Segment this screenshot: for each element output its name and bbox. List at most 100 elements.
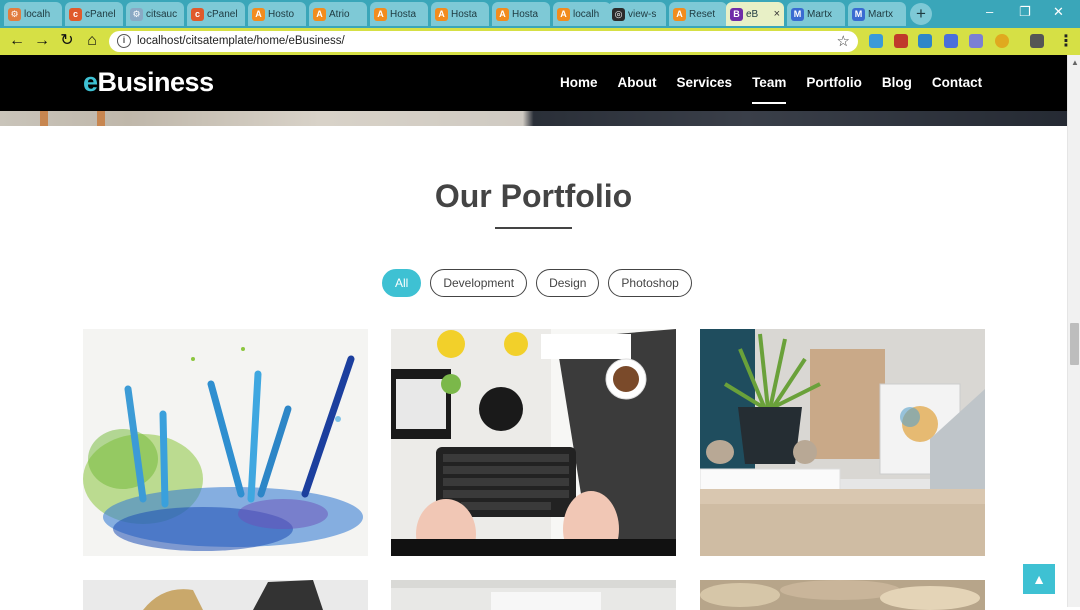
address-bar[interactable]: i localhost/citsatemplate/home/eBusiness… (109, 31, 858, 52)
tab-title: Hosta (512, 8, 539, 20)
title-underline (495, 227, 572, 229)
site-info-icon[interactable]: i (117, 34, 131, 48)
tab-title: localh (24, 8, 51, 20)
browser-tab[interactable]: BeB × (726, 2, 784, 26)
back-icon[interactable]: ← (7, 31, 27, 51)
tab-favicon-icon: B (730, 7, 743, 21)
browser-tab-strip: ⚙ localh c cPanel ⚙ citsauc c cPanel A Hosto A Atri… (0, 0, 1080, 28)
nav-link-team[interactable]: Team (752, 75, 787, 104)
filter-button-all[interactable]: All (382, 269, 422, 297)
tab-favicon-icon: M (791, 7, 804, 21)
browser-tab[interactable]: c cPanel (65, 2, 123, 26)
portfolio-item-flowers[interactable] (700, 580, 985, 610)
tab-favicon-icon: A (557, 7, 570, 21)
back-to-top-button[interactable]: ▲ (1023, 564, 1055, 594)
portfolio-item-laptop[interactable] (83, 580, 368, 610)
filter-button-development[interactable]: Development (430, 269, 528, 297)
browser-tab[interactable]: ⚙ localh (4, 2, 62, 26)
tab-title: Martx (868, 8, 893, 20)
browser-tab[interactable]: c cPanel (187, 2, 245, 26)
nav-link-services[interactable]: Services (677, 75, 733, 90)
keyboard-image (391, 329, 676, 556)
scrollbar-thumb[interactable] (1070, 323, 1079, 365)
tab-title: Hosta (390, 8, 417, 20)
url-text[interactable]: localhost/citsatemplate/home/eBusiness/ (137, 35, 345, 47)
flowers-image (700, 580, 985, 610)
tab-title: cPanel (207, 8, 238, 20)
forward-icon[interactable]: → (32, 31, 52, 51)
portfolio-item-plant[interactable] (700, 329, 985, 556)
filter-button-photoshop[interactable]: Photoshop (608, 269, 692, 297)
tab-favicon-icon: A (435, 7, 448, 21)
browser-tab[interactable]: A Atrio (309, 2, 367, 26)
browser-tab[interactable]: A Hosta (431, 2, 489, 26)
maximize-icon[interactable]: ❐ (1019, 4, 1031, 20)
main-nav: Home About Services Team Portfolio Blog Contac… (560, 75, 1002, 104)
browser-tab[interactable]: M Martx (787, 2, 845, 26)
tab-title: localh (573, 8, 600, 20)
portfolio-filters: All Development Design Photoshop (382, 269, 692, 297)
tab-title: cPanel (85, 8, 116, 20)
tab-title: Hosta (451, 8, 478, 20)
extension-pdf-icon[interactable] (894, 34, 908, 48)
portfolio-item-pencils[interactable] (83, 329, 368, 556)
tab-title: Hosto (268, 8, 295, 20)
minimize-icon[interactable]: – (986, 4, 993, 19)
nav-link-home[interactable]: Home (560, 75, 598, 90)
tab-title: Martx (807, 8, 832, 20)
browser-tab[interactable]: A Hosta (492, 2, 550, 26)
site-header: eBusiness Home About Services Team Portfolio… (0, 55, 1067, 111)
filter-button-design[interactable]: Design (536, 269, 600, 297)
browser-menu-icon[interactable]: ⋮ (1058, 31, 1074, 51)
site-logo[interactable]: eBusiness (83, 67, 214, 98)
browser-tab[interactable]: Alocalh (553, 2, 611, 26)
scroll-up-arrow-icon[interactable]: ▲ (1071, 58, 1079, 67)
browser-toolbar: ← → ↻ ⌂ i localhost/citsatemplate/home/e… (0, 28, 1080, 55)
tab-title: Reset (689, 8, 716, 20)
tab-favicon-icon: M (852, 7, 865, 21)
browser-tab[interactable]: A Hosto (248, 2, 306, 26)
browser-tab[interactable]: M Martx (848, 2, 906, 26)
tab-favicon-icon: A (313, 7, 326, 21)
new-tab-button[interactable]: + (910, 3, 932, 25)
nav-link-portfolio[interactable]: Portfolio (806, 75, 862, 90)
tab-favicon-icon: A (673, 7, 686, 21)
browser-tab[interactable]: A Hosta (370, 2, 428, 26)
extension-cloud-icon[interactable] (869, 34, 883, 48)
portfolio-item-keyboard[interactable] (391, 329, 676, 556)
tab-favicon-icon: ⚙ (8, 7, 21, 21)
browser-tab[interactable]: A Reset (669, 2, 727, 26)
portfolio-item-workspace[interactable] (391, 580, 676, 610)
extension-translate-icon[interactable] (918, 34, 932, 48)
tab-favicon-icon: A (496, 7, 509, 21)
home-icon[interactable]: ⌂ (82, 31, 102, 51)
extension-puzzle-icon[interactable] (944, 34, 958, 48)
nav-link-contact[interactable]: Contact (932, 75, 982, 90)
reload-icon[interactable]: ↻ (57, 31, 77, 51)
tab-title: eB (746, 8, 759, 20)
logo-accent: e (83, 67, 98, 97)
tab-close-icon[interactable]: × (774, 8, 784, 20)
workspace-image (391, 580, 676, 610)
tab-favicon-icon: A (252, 7, 265, 21)
portfolio-title: Our Portfolio (434, 178, 633, 214)
tab-title: view-s (628, 8, 657, 20)
pencils-image (83, 329, 368, 556)
extension-php-icon[interactable] (969, 34, 983, 48)
browser-tab[interactable]: ⚙ citsauc (126, 2, 184, 26)
hero-image-strip (0, 111, 1067, 126)
bookmark-star-icon[interactable]: ☆ (837, 32, 850, 50)
plant-desk-image (700, 329, 985, 556)
close-window-icon[interactable]: ✕ (1053, 4, 1064, 20)
tab-favicon-icon: A (374, 7, 387, 21)
tab-favicon-icon: c (191, 7, 204, 21)
browser-tab[interactable]: ◎ view-s (608, 2, 666, 26)
nav-link-about[interactable]: About (618, 75, 657, 90)
extension-react-icon[interactable] (995, 34, 1009, 48)
profile-avatar-icon[interactable] (1030, 34, 1044, 48)
nav-link-blog[interactable]: Blog (882, 75, 912, 90)
page-scrollbar[interactable]: ▲ (1067, 55, 1080, 607)
tab-favicon-icon: ◎ (612, 7, 625, 21)
logo-text: Business (97, 67, 215, 97)
chair-leg (40, 111, 48, 126)
